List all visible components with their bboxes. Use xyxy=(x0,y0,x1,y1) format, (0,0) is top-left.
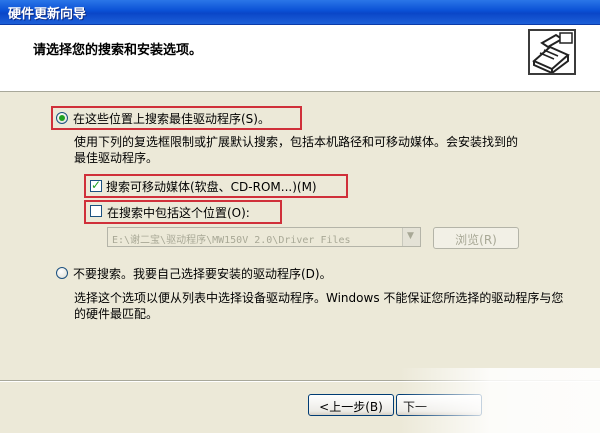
no-search-label[interactable]: 不要搜索。我要自己选择要安装的驱动程序(D)。 xyxy=(73,265,332,282)
combobox-dropdown-button[interactable]: ▼ xyxy=(402,228,420,246)
chevron-down-icon: ▼ xyxy=(407,231,414,241)
search-best-description: 使用下列的复选框限制或扩展默认搜索，包括本机路径和可移动媒体。会安装找到的最佳驱… xyxy=(74,135,519,165)
title-bar[interactable]: 硬件更新向导 xyxy=(0,0,600,25)
include-location-label[interactable]: 在搜索中包括这个位置(O): xyxy=(107,204,250,221)
back-button-label: <上一步(B) xyxy=(319,400,383,414)
search-removable-checkbox[interactable]: ✓ xyxy=(90,178,102,192)
page-heading: 请选择您的搜索和安装选项。 xyxy=(33,43,203,58)
hardware-wizard-icon xyxy=(528,29,576,75)
radio-selected-dot xyxy=(59,115,65,121)
search-best-label[interactable]: 在这些位置上搜索最佳驱动程序(S)。 xyxy=(73,110,270,127)
wizard-header: 请选择您的搜索和安装选项。 xyxy=(0,25,600,92)
no-search-description: 选择这个选项以便从列表中选择设备驱动程序。Windows 不能保证您所选择的驱动… xyxy=(74,291,564,321)
no-search-radio[interactable] xyxy=(56,267,68,279)
browse-button-label: 浏览(R) xyxy=(455,233,497,247)
include-location-checkbox[interactable] xyxy=(90,205,102,217)
back-button[interactable]: <上一步(B) xyxy=(308,394,394,416)
browse-button[interactable]: 浏览(R) xyxy=(433,227,519,249)
search-removable-label[interactable]: 搜索可移动媒体(软盘、CD-ROM...)(M) xyxy=(106,178,317,195)
search-best-radio[interactable] xyxy=(56,112,68,124)
watermark-overlay xyxy=(400,368,600,433)
window-title: 硬件更新向导 xyxy=(8,7,87,22)
hardware-update-wizard-window: 硬件更新向导 请选择您的搜索和安装选项。 在这些位置上搜索最佳驱动程序(S)。 … xyxy=(0,0,600,433)
location-path-combobox[interactable]: E:\谢二宝\驱动程序\MW150V 2.0\Driver Files ▼ xyxy=(107,227,421,247)
checkmark-icon: ✓ xyxy=(91,178,102,192)
location-path-value: E:\谢二宝\驱动程序\MW150V 2.0\Driver Files xyxy=(112,235,351,246)
